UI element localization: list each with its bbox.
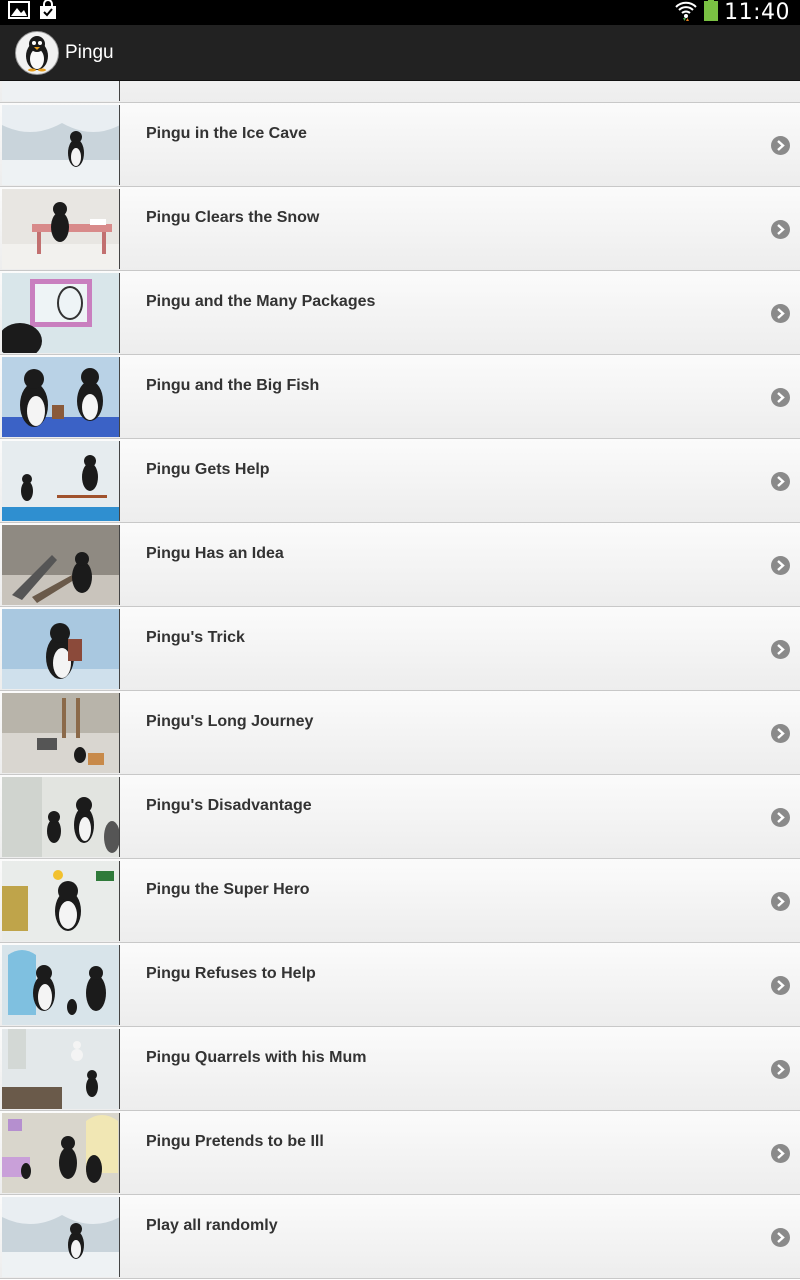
play-random-title: Play all randomly: [146, 1217, 278, 1234]
list-item[interactable]: Pingu in the Ice Cave: [0, 103, 800, 187]
episode-thumbnail: [2, 693, 120, 773]
episode-thumbnail: [2, 1029, 120, 1109]
list-item[interactable]: Pingu and the Big Fish: [0, 355, 800, 439]
shopping-bag-icon: [38, 0, 58, 25]
episode-thumbnail: [2, 525, 120, 605]
episode-title: Pingu and the Many Packages: [146, 293, 376, 310]
chevron-right-icon[interactable]: [771, 472, 790, 491]
episode-title: Pingu's Disadvantage: [146, 797, 312, 814]
chevron-right-icon[interactable]: [771, 892, 790, 911]
chevron-right-icon[interactable]: [771, 640, 790, 659]
list-item[interactable]: Pingu Clears the Snow: [0, 187, 800, 271]
chevron-right-icon[interactable]: [771, 724, 790, 743]
episode-list[interactable]: Pingu in the Ice Cave Pingu Clears the S…: [0, 81, 800, 1280]
list-item-partial[interactable]: [0, 81, 800, 103]
list-item[interactable]: Pingu and the Many Packages: [0, 271, 800, 355]
penguin-logo-icon[interactable]: [15, 30, 59, 75]
episode-title: Pingu Refuses to Help: [146, 965, 316, 982]
episode-thumbnail: [2, 441, 120, 521]
chevron-right-icon[interactable]: [771, 808, 790, 827]
chevron-right-icon[interactable]: [771, 1228, 790, 1247]
episode-title: Pingu Clears the Snow: [146, 209, 320, 226]
gallery-icon: [8, 1, 30, 24]
episode-title: Pingu in the Ice Cave: [146, 125, 307, 142]
chevron-right-icon[interactable]: [771, 136, 790, 155]
chevron-right-icon[interactable]: [771, 1060, 790, 1079]
list-item[interactable]: Pingu the Super Hero: [0, 859, 800, 943]
episode-title: Pingu's Long Journey: [146, 713, 314, 730]
app-title: Pingu: [65, 41, 114, 63]
episode-thumbnail: [2, 81, 120, 101]
status-bar: 11:40: [0, 0, 800, 25]
list-item[interactable]: Pingu's Disadvantage: [0, 775, 800, 859]
list-item[interactable]: Pingu Has an Idea: [0, 523, 800, 607]
list-item[interactable]: Pingu Refuses to Help: [0, 943, 800, 1027]
episode-thumbnail: [2, 189, 120, 269]
episode-title: Pingu Pretends to be Ill: [146, 1133, 324, 1150]
episode-title: Pingu Has an Idea: [146, 545, 284, 562]
episode-thumbnail: [2, 1113, 120, 1193]
episode-thumbnail: [2, 357, 120, 437]
list-item[interactable]: Pingu Pretends to be Ill: [0, 1111, 800, 1195]
chevron-right-icon[interactable]: [771, 556, 790, 575]
list-item[interactable]: Pingu's Trick: [0, 607, 800, 691]
list-item-play-random[interactable]: Play all randomly: [0, 1195, 800, 1279]
chevron-right-icon[interactable]: [771, 1144, 790, 1163]
wifi-icon: [674, 0, 698, 26]
episode-title: Pingu and the Big Fish: [146, 377, 320, 394]
battery-icon: [704, 0, 719, 26]
episode-thumbnail: [2, 1197, 120, 1277]
episode-thumbnail: [2, 609, 120, 689]
chevron-right-icon[interactable]: [771, 220, 790, 239]
chevron-right-icon[interactable]: [771, 304, 790, 323]
episode-title: Pingu Quarrels with his Mum: [146, 1049, 367, 1066]
status-time: 11:40: [724, 0, 790, 25]
episode-thumbnail: [2, 273, 120, 353]
chevron-right-icon[interactable]: [771, 976, 790, 995]
episode-thumbnail: [2, 105, 120, 185]
episode-title: Pingu Gets Help: [146, 461, 270, 478]
list-item[interactable]: Pingu Quarrels with his Mum: [0, 1027, 800, 1111]
episode-title: Pingu's Trick: [146, 629, 245, 646]
episode-thumbnail: [2, 945, 120, 1025]
list-item[interactable]: Pingu's Long Journey: [0, 691, 800, 775]
action-bar: Pingu: [0, 25, 800, 81]
list-item[interactable]: Pingu Gets Help: [0, 439, 800, 523]
episode-thumbnail: [2, 777, 120, 857]
chevron-right-icon[interactable]: [771, 388, 790, 407]
episode-thumbnail: [2, 861, 120, 941]
episode-title: Pingu the Super Hero: [146, 881, 310, 898]
